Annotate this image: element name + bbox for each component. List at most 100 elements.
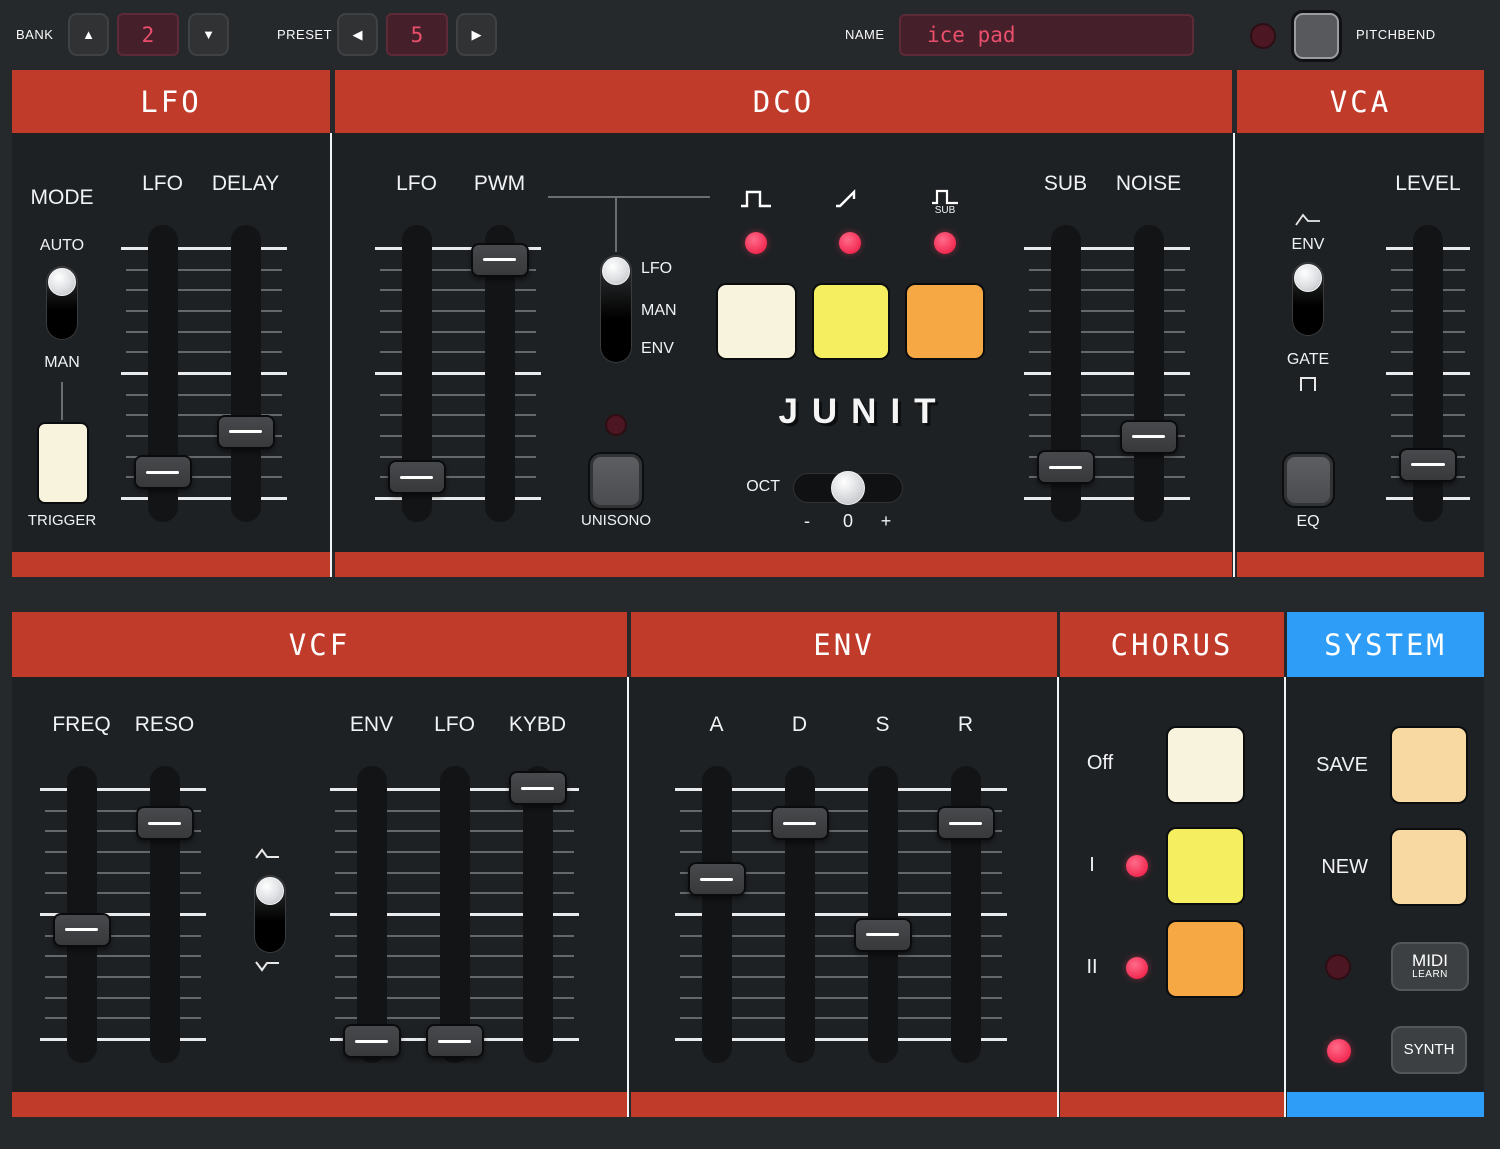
slider-track[interactable] <box>230 225 261 522</box>
divider-env-chorus <box>1057 677 1059 1117</box>
preset-prev-button[interactable]: ◀ <box>337 13 378 56</box>
oct-minus-label: - <box>804 511 810 531</box>
synth-button[interactable]: SYNTH <box>1391 1026 1467 1074</box>
vcf-env-slider[interactable] <box>330 766 413 1063</box>
release-slider[interactable] <box>924 766 1007 1063</box>
sustain-label: S <box>875 713 890 736</box>
slider-handle[interactable] <box>1036 450 1095 485</box>
bank-up-button[interactable]: ▲ <box>68 13 109 56</box>
oct-plus-label: + <box>880 511 892 531</box>
slider-track[interactable] <box>356 766 387 1063</box>
unisono-button[interactable] <box>590 454 642 508</box>
decay-slider[interactable] <box>758 766 841 1063</box>
reso-label: RESO <box>134 713 195 736</box>
pulse-wave-button[interactable] <box>716 283 797 360</box>
toggle-ball <box>1294 264 1322 292</box>
lfo-delay-label: DELAY <box>211 172 280 195</box>
slider-track[interactable] <box>701 766 732 1063</box>
down-arrow-icon: ▼ <box>202 27 215 42</box>
vcf-kybd-slider[interactable] <box>496 766 579 1063</box>
preset-next-button[interactable]: ▶ <box>456 13 497 56</box>
toggle-ball <box>256 877 284 905</box>
vcf-env-label: ENV <box>349 713 394 736</box>
slider-handle[interactable] <box>216 414 275 449</box>
eq-label: EQ <box>1296 513 1320 530</box>
saw-wave-button[interactable] <box>812 283 890 360</box>
oct-zero-label: 0 <box>842 511 853 531</box>
vca-mode-toggle[interactable] <box>1293 263 1323 335</box>
freq-slider[interactable] <box>40 766 123 1063</box>
slider-track[interactable] <box>439 766 470 1063</box>
dco-pwm-label: PWM <box>473 172 526 195</box>
slider-handle[interactable] <box>687 862 746 897</box>
env-negative-icon <box>254 959 282 975</box>
dco-pwm-slider[interactable] <box>458 225 541 522</box>
lfo-rate-slider[interactable] <box>121 225 204 522</box>
sub-wave-button[interactable] <box>905 283 985 360</box>
sub-level-label: SUB <box>1043 172 1088 195</box>
synth-led <box>1327 1039 1351 1063</box>
unisono-led <box>605 414 627 436</box>
chorus-2-button[interactable] <box>1166 920 1245 998</box>
release-label: R <box>957 713 974 736</box>
reso-slider[interactable] <box>123 766 206 1063</box>
dco-mix-slider-bank: SUB NOISE <box>1024 172 1190 522</box>
slider-handle[interactable] <box>342 1024 401 1058</box>
toggle-ball <box>602 257 630 285</box>
attack-slider[interactable] <box>675 766 758 1063</box>
lfo-slider-bank: LFO DELAY <box>121 172 287 522</box>
sustain-slider[interactable] <box>841 766 924 1063</box>
pwm-option-man: MAN <box>641 302 677 319</box>
slider-handle[interactable] <box>770 806 829 841</box>
auto-label: AUTO <box>39 237 85 254</box>
chorus-1-label: I <box>1089 854 1095 876</box>
patch-name-input[interactable] <box>899 14 1194 56</box>
dco-lfo-slider[interactable] <box>375 225 458 522</box>
pulse-wave-led <box>745 232 767 254</box>
slider-handle[interactable] <box>52 912 111 947</box>
slider-handle[interactable] <box>470 242 529 277</box>
chorus-off-button[interactable] <box>1166 726 1245 804</box>
trigger-button[interactable] <box>37 422 89 504</box>
sub-level-slider[interactable] <box>1024 225 1107 522</box>
vcf-section-header: VCF <box>12 612 627 677</box>
eq-button[interactable] <box>1284 454 1333 506</box>
save-button[interactable] <box>1390 726 1468 804</box>
level-slider[interactable] <box>1386 225 1470 522</box>
slider-handle[interactable] <box>853 917 912 952</box>
chorus-1-button[interactable] <box>1166 827 1245 905</box>
slider-handle[interactable] <box>1399 447 1457 482</box>
midi-learn-line1: MIDI <box>1412 951 1448 971</box>
slider-handle[interactable] <box>135 806 194 841</box>
slider-handle[interactable] <box>936 806 995 841</box>
slider-handle[interactable] <box>133 455 192 490</box>
slider-track[interactable] <box>1133 225 1164 522</box>
vca-level-bank: LEVEL <box>1386 172 1470 522</box>
lfo-mode-toggle[interactable] <box>47 267 77 339</box>
sub-icon-label: SUB <box>934 205 956 216</box>
new-button[interactable] <box>1390 828 1468 906</box>
lfo-delay-slider[interactable] <box>204 225 287 522</box>
midi-learn-button[interactable]: MIDI LEARN <box>1391 942 1469 991</box>
pitchbend-button[interactable] <box>1294 13 1339 59</box>
vcf-lfo-slider[interactable] <box>413 766 496 1063</box>
pulse-wave-icon <box>739 186 773 212</box>
vcf-filter-bank: FREQ RESO <box>40 713 206 1063</box>
vcf-lfo-label: LFO <box>434 713 475 736</box>
pwm-option-lfo: LFO <box>641 260 673 277</box>
chorus-section-header: CHORUS <box>1060 612 1284 677</box>
noise-level-slider[interactable] <box>1107 225 1190 522</box>
vcf-polarity-toggle[interactable] <box>255 876 285 952</box>
octave-knob[interactable] <box>831 471 865 505</box>
slider-handle[interactable] <box>508 771 567 805</box>
slider-handle[interactable] <box>425 1024 484 1058</box>
pwm-source-toggle[interactable] <box>601 256 631 362</box>
divider-chorus-system <box>1284 677 1286 1117</box>
slider-handle[interactable] <box>1119 419 1178 454</box>
slider-track[interactable] <box>522 766 553 1063</box>
dco-section-header: DCO <box>335 70 1232 133</box>
level-label: LEVEL <box>1395 172 1461 195</box>
slider-track[interactable] <box>867 766 898 1063</box>
slider-handle[interactable] <box>387 460 446 495</box>
bank-down-button[interactable]: ▼ <box>188 13 229 56</box>
